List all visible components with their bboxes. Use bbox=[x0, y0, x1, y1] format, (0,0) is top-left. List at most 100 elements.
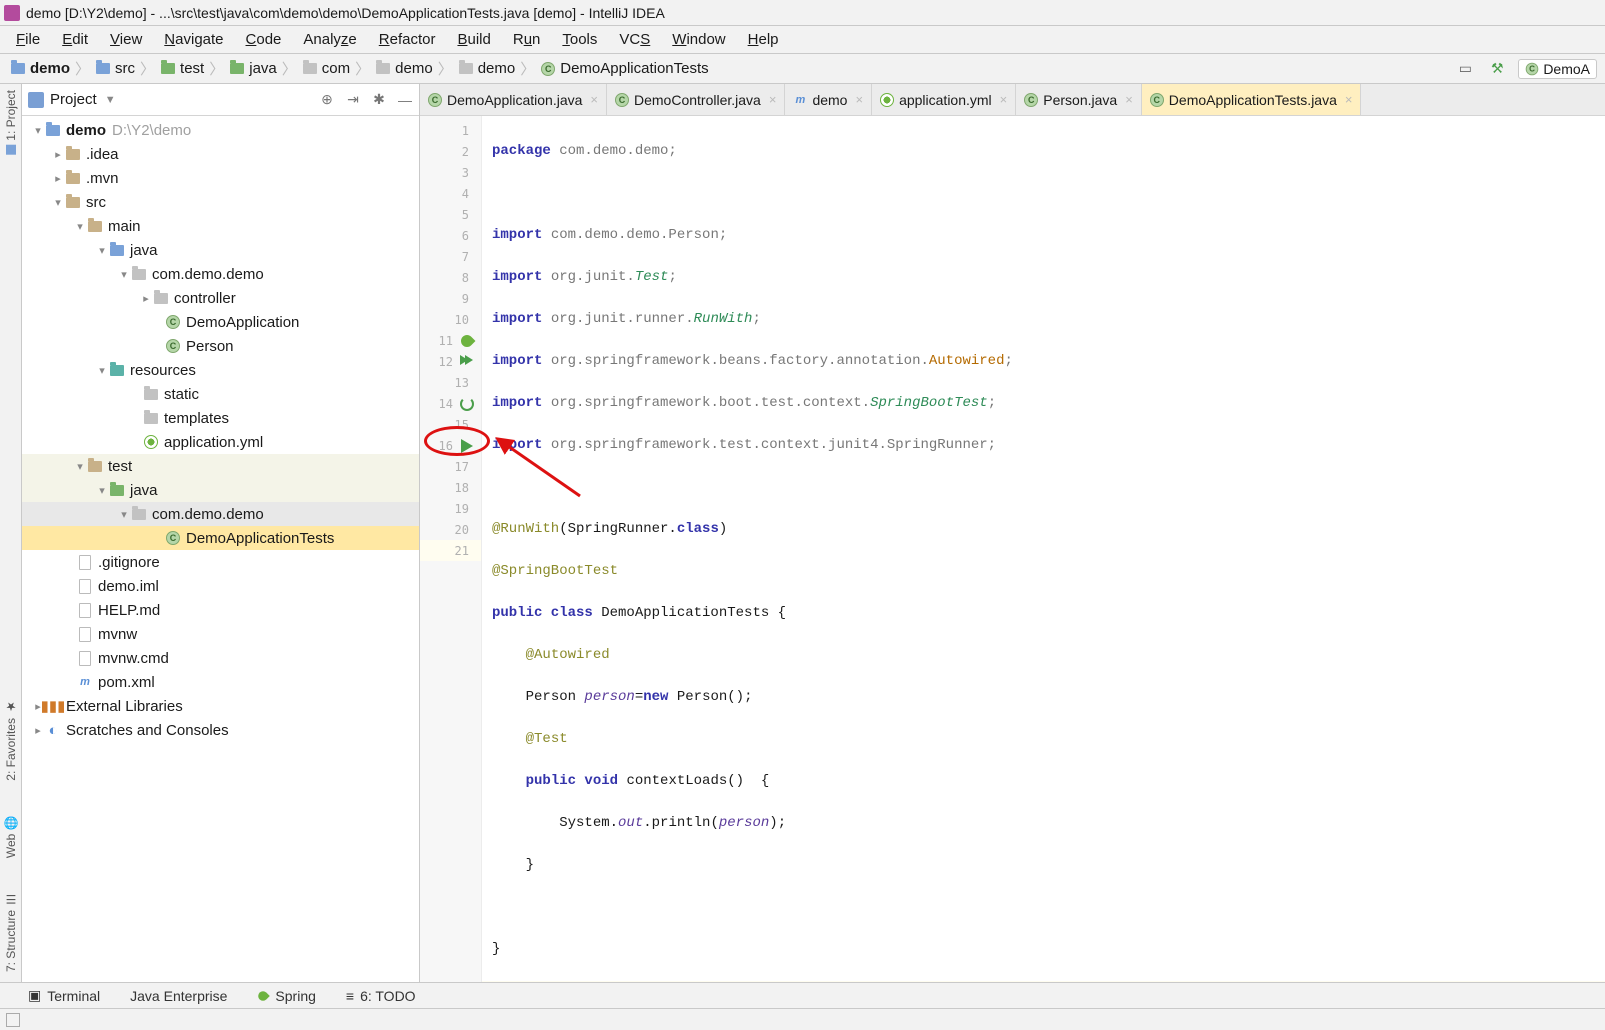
line-number: 7 bbox=[420, 250, 475, 264]
crumb-java[interactable]: java bbox=[225, 60, 281, 77]
run-class-icon[interactable] bbox=[459, 354, 475, 370]
crumb-com[interactable]: com bbox=[298, 60, 354, 77]
folder-icon bbox=[161, 63, 175, 74]
class-icon: C bbox=[428, 93, 442, 107]
run-test-icon[interactable] bbox=[459, 438, 475, 454]
left-stripe: 1: Project 2: Favorites★ Web🌐 7: Structu… bbox=[0, 84, 22, 982]
tree-demoapp[interactable]: CDemoApplication bbox=[22, 310, 419, 334]
gutter[interactable]: 1 2 3 4 5 6 7 8 9 10 11 12 13 14 15 16 1… bbox=[420, 116, 482, 982]
structure-icon: ☰ bbox=[4, 892, 18, 906]
tree-java2[interactable]: ▾java bbox=[22, 478, 419, 502]
stripe-structure[interactable]: 7: Structure☰ bbox=[4, 892, 18, 972]
project-tree[interactable]: ▾ demoD:\Y2\demo ▸.idea ▸.mvn ▾src ▾main… bbox=[22, 116, 419, 982]
line-number: 11 bbox=[420, 334, 459, 348]
bean-icon[interactable] bbox=[459, 396, 475, 412]
tab-demoapplication[interactable]: CDemoApplication.java× bbox=[420, 84, 607, 115]
crumb-test[interactable]: test bbox=[156, 60, 208, 77]
tw-spring[interactable]: Spring bbox=[257, 988, 315, 1004]
menu-window[interactable]: Window bbox=[662, 29, 735, 50]
run-config-label: DemoA bbox=[1543, 61, 1590, 77]
menu-view[interactable]: View bbox=[100, 29, 152, 50]
close-icon[interactable]: × bbox=[1000, 92, 1008, 107]
tree-pkg2[interactable]: ▾com.demo.demo bbox=[22, 502, 419, 526]
stripe-favorites[interactable]: 2: Favorites★ bbox=[4, 700, 18, 781]
tree-tests[interactable]: CDemoApplicationTests bbox=[22, 526, 419, 550]
code[interactable]: package com.demo.demo; import com.demo.d… bbox=[482, 116, 1605, 982]
crumb-src[interactable]: src bbox=[91, 60, 139, 77]
tree-pom[interactable]: mpom.xml bbox=[22, 670, 419, 694]
file-icon bbox=[79, 651, 91, 666]
tab-democontroller[interactable]: CDemoController.java× bbox=[607, 84, 785, 115]
crumb-demo2[interactable]: demo bbox=[371, 60, 437, 77]
workspace: 1: Project 2: Favorites★ Web🌐 7: Structu… bbox=[0, 84, 1605, 982]
menu-refactor[interactable]: Refactor bbox=[369, 29, 446, 50]
tw-terminal[interactable]: ▣Terminal bbox=[28, 987, 100, 1004]
hide-icon[interactable]: — bbox=[397, 92, 413, 108]
tree-person[interactable]: CPerson bbox=[22, 334, 419, 358]
menu-help[interactable]: Help bbox=[738, 29, 789, 50]
settings-icon[interactable]: ✱ bbox=[371, 92, 387, 108]
close-icon[interactable]: × bbox=[769, 92, 777, 107]
menu-analyze[interactable]: Analyze bbox=[293, 29, 366, 50]
tree-test[interactable]: ▾test bbox=[22, 454, 419, 478]
line-number: 20 bbox=[420, 523, 475, 537]
crumb-demo[interactable]: demo bbox=[6, 60, 74, 77]
close-icon[interactable]: × bbox=[855, 92, 863, 107]
terminal-icon: ▣ bbox=[28, 987, 41, 1004]
tree-controller[interactable]: ▸controller bbox=[22, 286, 419, 310]
tree-pkg1[interactable]: ▾com.demo.demo bbox=[22, 262, 419, 286]
build-button[interactable]: ▭ bbox=[1454, 58, 1476, 80]
menu-run[interactable]: Run bbox=[503, 29, 551, 50]
hammer-icon[interactable]: ⚒ bbox=[1486, 58, 1508, 80]
close-icon[interactable]: × bbox=[590, 92, 598, 107]
tree-mvn[interactable]: ▸.mvn bbox=[22, 166, 419, 190]
menu-edit[interactable]: Edit bbox=[52, 29, 98, 50]
tree-root[interactable]: ▾ demoD:\Y2\demo bbox=[22, 118, 419, 142]
tree-gitignore[interactable]: .gitignore bbox=[22, 550, 419, 574]
menu-vcs[interactable]: VCS bbox=[609, 29, 660, 50]
stripe-web[interactable]: Web🌐 bbox=[4, 815, 18, 858]
tab-demo-maven[interactable]: mdemo× bbox=[785, 84, 872, 115]
collapse-icon[interactable]: ⇥ bbox=[345, 92, 361, 108]
menu-tools[interactable]: Tools bbox=[552, 29, 607, 50]
line-number: 8 bbox=[420, 271, 475, 285]
tree-templates[interactable]: templates bbox=[22, 406, 419, 430]
tab-demoapplicationtests[interactable]: CDemoApplicationTests.java× bbox=[1142, 84, 1362, 115]
tree-main[interactable]: ▾main bbox=[22, 214, 419, 238]
tree-iml[interactable]: demo.iml bbox=[22, 574, 419, 598]
package-icon bbox=[376, 63, 390, 74]
tree-java1[interactable]: ▾java bbox=[22, 238, 419, 262]
tw-javaee[interactable]: Java Enterprise bbox=[130, 988, 227, 1004]
tree-static[interactable]: static bbox=[22, 382, 419, 406]
dropdown-icon[interactable]: ▼ bbox=[103, 94, 116, 106]
menu-build[interactable]: Build bbox=[447, 29, 500, 50]
tw-todo[interactable]: ≡6: TODO bbox=[346, 988, 416, 1004]
nav-bar: demo〉 src〉 test〉 java〉 com〉 demo〉 demo〉 … bbox=[0, 54, 1605, 84]
spring-leaf-icon[interactable] bbox=[459, 333, 475, 349]
intellij-icon bbox=[4, 5, 20, 21]
tree-scratches[interactable]: ▸◐Scratches and Consoles bbox=[22, 718, 419, 742]
crumb-demo3[interactable]: demo bbox=[454, 60, 520, 77]
project-view-title[interactable]: Project bbox=[50, 91, 97, 108]
tab-application-yml[interactable]: application.yml× bbox=[872, 84, 1016, 115]
status-icon[interactable] bbox=[6, 1013, 20, 1027]
crumb-tests[interactable]: CDemoApplicationTests bbox=[536, 60, 712, 77]
tree-src[interactable]: ▾src bbox=[22, 190, 419, 214]
close-icon[interactable]: × bbox=[1345, 92, 1353, 107]
menu-file[interactable]: File bbox=[6, 29, 50, 50]
locate-icon[interactable]: ⊕ bbox=[319, 92, 335, 108]
tree-mvnwcmd[interactable]: mvnw.cmd bbox=[22, 646, 419, 670]
tab-person[interactable]: CPerson.java× bbox=[1016, 84, 1142, 115]
menu-code[interactable]: Code bbox=[236, 29, 292, 50]
tree-mvnw[interactable]: mvnw bbox=[22, 622, 419, 646]
module-icon bbox=[46, 125, 60, 136]
tree-idea[interactable]: ▸.idea bbox=[22, 142, 419, 166]
run-config[interactable]: C DemoA bbox=[1518, 59, 1597, 79]
tree-appyml[interactable]: application.yml bbox=[22, 430, 419, 454]
menu-navigate[interactable]: Navigate bbox=[154, 29, 233, 50]
close-icon[interactable]: × bbox=[1125, 92, 1133, 107]
tree-resources[interactable]: ▾resources bbox=[22, 358, 419, 382]
stripe-project[interactable]: 1: Project bbox=[4, 90, 18, 155]
tree-extlib[interactable]: ▸▮▮▮External Libraries bbox=[22, 694, 419, 718]
tree-help[interactable]: HELP.md bbox=[22, 598, 419, 622]
